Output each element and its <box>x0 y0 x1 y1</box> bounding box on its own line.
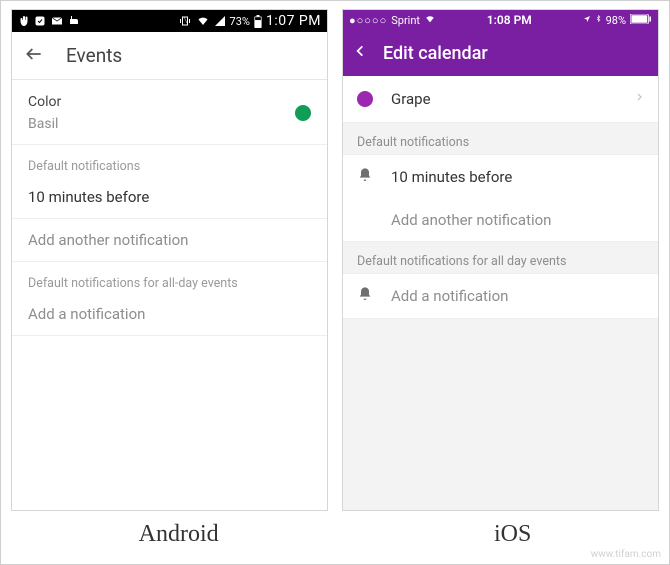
allday-notif-title: Default notifications for all-day events <box>12 262 327 293</box>
battery-icon <box>254 15 262 28</box>
carrier-text: Sprint <box>391 14 420 27</box>
color-row[interactable]: Grape <box>343 76 658 123</box>
signal-icon <box>214 15 226 27</box>
android-screen: 73% 1:07 PM Events Color Basil Defa <box>11 9 328 511</box>
chevron-right-icon <box>635 90 644 108</box>
notification-text: 10 minutes before <box>391 168 512 186</box>
default-notif-title: Default notifications <box>343 123 658 154</box>
hand-icon <box>18 15 30 27</box>
app-notif-icon <box>34 15 46 27</box>
notification-item[interactable]: 10 minutes before <box>12 176 327 218</box>
color-label: Color <box>28 94 61 110</box>
watermark: www.tifam.com <box>591 549 661 560</box>
wifi-icon <box>196 15 210 27</box>
color-swatch-icon <box>357 91 373 107</box>
battery-text: 98% <box>606 14 626 27</box>
divider <box>12 335 327 336</box>
ios-screen: ●○○○○ Sprint 1:08 PM 98% <box>342 9 659 511</box>
clock-text: 1:08 PM <box>440 13 579 27</box>
bluetooth-icon <box>595 13 602 27</box>
bell-icon <box>357 286 373 306</box>
appbar-title: Events <box>66 44 122 67</box>
add-allday-notification-button[interactable]: Add a notification <box>12 293 327 335</box>
color-swatch-icon <box>295 105 311 121</box>
android-appbar: Events <box>12 32 327 80</box>
ios-navbar: Edit calendar <box>343 30 658 76</box>
notification-item[interactable]: 10 minutes before <box>343 155 658 199</box>
add-notification-button[interactable]: Add another notification <box>343 199 658 241</box>
color-name: Grape <box>391 90 431 108</box>
navbar-title: Edit calendar <box>383 43 488 64</box>
allday-notif-title: Default notifications for all day events <box>343 242 658 273</box>
battery-icon <box>630 14 652 27</box>
location-icon <box>583 14 591 27</box>
add-notification-button[interactable]: Add another notification <box>12 219 327 261</box>
back-icon[interactable] <box>24 44 44 68</box>
android-status-bar: 73% 1:07 PM <box>12 10 327 32</box>
ios-status-bar: ●○○○○ Sprint 1:08 PM 98% <box>343 10 658 30</box>
battery-text: 73% <box>230 15 250 28</box>
vibrate-icon <box>178 15 192 27</box>
android-caption: Android <box>139 521 219 548</box>
signal-dots-icon: ●○○○○ <box>349 14 387 27</box>
bell-icon <box>357 167 373 187</box>
ios-caption: iOS <box>494 521 531 548</box>
back-icon[interactable] <box>353 41 367 65</box>
wifi-icon <box>424 14 436 27</box>
color-name: Basil <box>28 116 61 132</box>
clock-text: 1:07 PM <box>266 13 321 29</box>
add-allday-notification-button[interactable]: Add a notification <box>343 274 658 318</box>
default-notif-title: Default notifications <box>12 145 327 176</box>
captions: Android iOS <box>1 511 669 557</box>
color-row[interactable]: Color Basil <box>12 80 327 145</box>
mailbox-icon <box>68 15 80 27</box>
mail-icon <box>50 15 64 27</box>
